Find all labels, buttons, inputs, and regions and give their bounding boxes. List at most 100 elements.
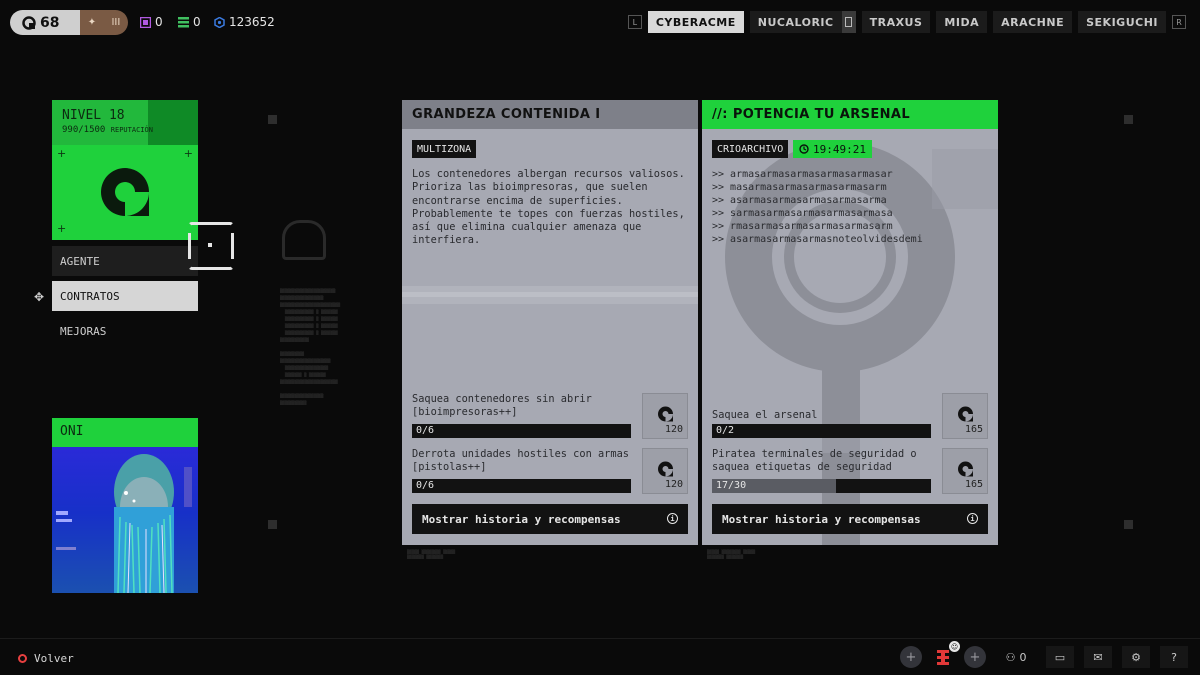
player-level: 68 [40,14,60,31]
show-story-rewards-button[interactable]: Mostrar historia y recompensas i [412,504,688,534]
button-label: Mostrar historia y recompensas [422,512,621,526]
code-line: >> asarmasarmasarmasarmasarma [712,195,887,207]
mail-button[interactable]: ✉ [1084,646,1112,668]
reward-value: 165 [964,424,983,435]
back-button[interactable]: Volver [18,652,74,665]
objective-progress-bar: 0/2 [712,424,931,438]
crew-count: 0 [1019,650,1027,664]
objective-text: Piratea terminales de seguridad o saquea… [712,448,917,473]
objective-progress-value: 0/6 [416,425,435,436]
tab-mida[interactable]: MIDA [936,11,988,33]
crew-counter[interactable]: ⚇ 0 [996,651,1036,664]
faded-logo-icon [282,220,326,260]
agent-portrait [52,447,198,593]
level-title: NIVEL 18 [62,108,125,123]
reputation-reward-icon [658,406,673,422]
corner-marker [268,520,277,529]
menu-agent[interactable]: AGENTE [52,246,198,276]
bottom-actions: + ☺ + ⚇ 0 ▭ ✉ ⚙ ? [900,641,1188,668]
objective-reward[interactable]: 120 [642,393,688,439]
corner-marker [1124,115,1133,124]
tab-nucaloric[interactable]: NUCALORIC [749,11,842,33]
contract-card[interactable]: GRANDEZA CONTENIDA I MULTIZONA Los conte… [402,100,698,545]
gear-icon: ⚙ [1131,650,1141,664]
contract-title: GRANDEZA CONTENIDA I [402,100,698,129]
settings-button[interactable]: ⚙ [1122,646,1150,668]
reputation-reward-icon [958,406,973,422]
contract-code-lines: >> armasarmasarmasarmasarmasar >> masarm… [712,168,988,247]
corner-marker [268,115,277,124]
player-level-badge[interactable]: 68 ✦ III [10,10,128,35]
reputation-label: REPUTACIÓN [110,126,153,134]
add-right-icon[interactable]: + [964,646,986,668]
objective-progress-value: 0/2 [716,425,735,436]
resource-value: 0 [193,15,201,29]
rank-roman: III [111,17,121,28]
reputation-value: 990/1500 [62,125,106,135]
info-icon: i [967,513,978,524]
chat-button[interactable]: ▭ [1046,646,1074,668]
b-button-icon [18,654,27,663]
code-line: >> armasarmasarmasarmasarmasar [712,169,893,180]
tab-arachne[interactable]: ARACHNE [993,11,1073,33]
tab-sekiguchi[interactable]: SEKIGUCHI [1078,11,1166,33]
credits-icon [214,16,225,28]
objective-progress-bar: 0/6 [412,479,631,493]
player-logo-icon [22,15,36,30]
objective-reward[interactable]: 120 [642,448,688,494]
faded-log-text: ▒▒▒▒▒▒▒▒▒▒▒▒▒▒▒▒▒▒▒▒▒▒▒ ▒▒▒▒▒▒▒▒▒▒▒▒▒▒▒▒… [280,288,341,405]
show-story-rewards-button[interactable]: Mostrar historia y recompensas i [712,504,988,534]
resource-value: 123652 [229,15,275,29]
objective-item: Piratea terminales de seguridad o saquea… [712,448,988,494]
resource-green-stack: 0 [178,15,201,29]
mail-icon: ✉ [1093,650,1103,664]
plus-icon: + [57,222,67,235]
menu-upgrades[interactable]: MEJORAS [52,316,198,346]
code-line: >> masarmasarmasarmasarmasarm [712,182,887,194]
prev-faction-key-icon[interactable]: L [627,15,642,29]
scanline [402,292,698,297]
reward-value: 120 [664,424,683,435]
rank-insignia-icon: ✦ [87,17,97,28]
crew-icon: ⚇ [1005,650,1016,664]
faded-caption: ▒▒▒▒▒ ▒▒▒▒▒▒▒▒ ▒▒▒▒▒ ▒▒▒▒▒▒▒ ▒▒▒▒▒▒▒ [407,549,456,559]
next-faction-key-icon[interactable]: R [1172,15,1186,29]
tab-cyberacme[interactable]: CYBERACME [647,11,744,33]
objective-item: Derrota unidades hostiles con armas [pis… [412,448,688,494]
objective-reward[interactable]: 165 [942,448,988,494]
faction-tabs: L CYBERACME NUCALORIC TRAXUS MIDA ARACHN… [627,11,1186,33]
resource-purple-chip: 0 [140,15,163,29]
contract-description: Los contenedores albergan recursos valio… [412,168,685,247]
plus-icon: + [183,147,193,160]
contract-zone-tag: CRIOARCHIVO [712,140,789,158]
objective-progress-bar: 0/6 [412,424,631,438]
help-button[interactable]: ? [1160,646,1188,668]
objective-item: Saquea contenedores sin abrir [bioimpres… [412,393,688,439]
emblem-badge-icon: ☺ [949,641,960,652]
reputation-reward-icon [958,461,973,477]
info-icon: i [667,513,678,524]
faction-logo-icon [101,168,149,216]
button-label: Mostrar historia y recompensas [722,512,921,526]
objective-text: Saquea el arsenal [712,409,818,421]
menu-contracts[interactable]: CONTRATOS [52,281,198,311]
chip-icon [140,16,151,28]
tab-traxus[interactable]: TRAXUS [861,11,931,33]
add-left-icon[interactable]: + [900,646,922,668]
lock-icon [841,11,856,33]
agent-card[interactable]: ONI [52,418,198,593]
objective-reward[interactable]: 165 [942,393,988,439]
squad-emblem-icon[interactable]: ☺ [932,641,960,668]
agent-name: ONI [60,424,84,439]
objective-progress-bar: 17/30 [712,479,931,493]
top-bar: 68 ✦ III 0 0 123652 L CYBERACME NUCALORI… [0,0,1200,44]
reputation-card: NIVEL 18 990/1500 REPUTACIÓN + + + [52,100,198,240]
objective-text: Saquea contenedores sin abrir [bioimpres… [412,393,592,418]
corner-marker [1124,520,1133,529]
contract-card[interactable]: //: POTENCIA TU ARSENAL CRIOARCHIVO 19:4… [702,100,998,545]
contract-zone-tag: MULTIZONA [412,140,477,158]
back-label: Volver [34,652,74,665]
objective-progress-value: 0/6 [416,480,435,491]
plus-icon: + [57,147,67,160]
reputation-line: 990/1500 REPUTACIÓN [62,125,188,135]
